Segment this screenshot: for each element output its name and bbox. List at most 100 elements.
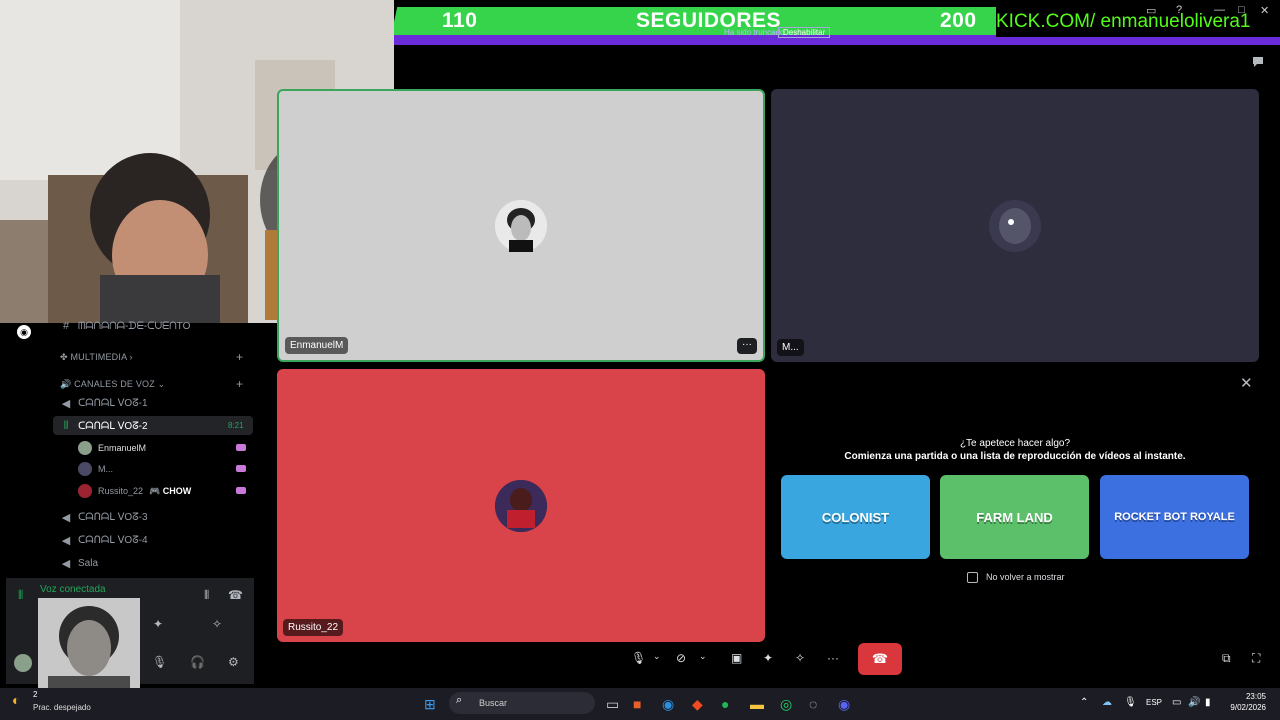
soundboard-icon[interactable]: ✧: [795, 651, 805, 665]
follower-count-left: 110: [442, 9, 478, 32]
voice-channel-label: ᑕᗩᑎᗩᒪ ᐯOᘔ-1: [78, 398, 148, 409]
signal-icon[interactable]: ⦀: [18, 588, 23, 603]
game-title: COLONIST: [821, 509, 890, 525]
weather-icon[interactable]: ◐: [12, 692, 20, 708]
network-icon[interactable]: ▭: [1172, 697, 1181, 708]
taskbar-search[interactable]: Buscar: [449, 692, 595, 714]
voice-channel-label: Sala: [78, 558, 99, 569]
game-rocket-bot-royale[interactable]: ROCKET BOT ROYALE: [1100, 475, 1249, 559]
tray-chevron-up-icon[interactable]: ⌃: [1080, 697, 1088, 708]
discord-icon[interactable]: ◉: [838, 696, 850, 713]
category-multimedia[interactable]: ✤ MULTIMEDIA ›: [60, 352, 133, 363]
language-indicator[interactable]: ESP: [1146, 698, 1162, 707]
windows-start-icon[interactable]: ⊞: [424, 696, 436, 713]
gear-icon[interactable]: ⚙: [228, 655, 239, 669]
screen-share-icon[interactable]: ▣: [731, 651, 742, 665]
avatar: [78, 462, 92, 476]
close-icon[interactable]: ✕: [1240, 374, 1253, 392]
minimize-icon[interactable]: —: [1214, 4, 1225, 16]
avatar: [78, 441, 92, 455]
voice-category-label: CANALES DE VOZ: [74, 379, 155, 389]
cloud-icon[interactable]: ☁: [1102, 697, 1112, 708]
screen-share-icon[interactable]: ▭: [1146, 4, 1156, 17]
discord-icon[interactable]: ◉: [17, 325, 31, 339]
game-colonist[interactable]: COLONIST: [781, 475, 930, 559]
chevron-down-icon[interactable]: ⌄: [699, 651, 707, 662]
file-explorer-icon[interactable]: ▬: [750, 696, 764, 712]
chat-icon[interactable]: [1251, 55, 1265, 69]
task-view-icon[interactable]: ▭: [606, 696, 619, 713]
whatsapp-icon[interactable]: ◎: [780, 696, 792, 713]
camera-off-icon[interactable]: ⊘: [676, 651, 686, 665]
clock-time: 23:05: [1245, 692, 1266, 701]
add-voice-channel-icon[interactable]: +: [236, 377, 243, 391]
user-name: Russito_22: [98, 486, 144, 496]
voice-user[interactable]: Russito_22 🎮 CHOW: [78, 484, 191, 498]
game-farmland[interactable]: FARM LAND: [940, 475, 1089, 559]
add-channel-icon[interactable]: +: [236, 350, 243, 364]
voice-channel-1[interactable]: ◀ ᑕᗩᑎᗩᒪ ᐯOᘔ-1: [60, 397, 148, 410]
noise-suppression-icon[interactable]: ⦀: [204, 588, 209, 603]
user-activity-status: 🎮 CHOW: [149, 485, 192, 496]
multimedia-label: MULTIMEDIA: [70, 352, 127, 362]
microphone-icon[interactable]: 🎙: [631, 651, 646, 665]
avatar: [495, 199, 547, 252]
text-channel-label: ᗰᗩᑎᗩᑎᗩ-ᗪᗴ-ᑕᑌᗴᑎTO: [78, 320, 191, 332]
headphones-icon[interactable]: 🎧: [190, 655, 205, 669]
voice-channel-3[interactable]: ◀ ᑕᗩᑎᗩᒪ ᐯOᘔ-3: [60, 511, 148, 524]
voice-channel-2[interactable]: ⦀ ᑕᗩᑎᗩᒪ ᐯOᘔ-2: [60, 420, 148, 433]
voice-channel-label: ᑕᗩᑎᗩᒪ ᐯOᘔ-3: [78, 512, 148, 523]
chevron-down-icon[interactable]: ⌄: [653, 651, 661, 662]
video-tile-russito[interactable]: Russito_22: [277, 369, 765, 642]
search-icon: ⌕: [456, 694, 463, 706]
app-icon[interactable]: ◌: [809, 696, 817, 712]
speaker-icon: ◀: [61, 558, 71, 570]
more-icon[interactable]: ···: [827, 651, 839, 665]
pop-out-icon[interactable]: ⧉: [1222, 651, 1231, 666]
maximize-icon[interactable]: □: [1238, 4, 1245, 16]
phone-icon: ☎: [871, 651, 889, 666]
activities-icon[interactable]: ✦: [153, 617, 163, 631]
avatar-image: [989, 199, 1041, 252]
avatar: [78, 484, 92, 498]
user-avatar[interactable]: [14, 654, 32, 672]
brave-icon[interactable]: ◆: [692, 696, 703, 713]
more-options-button[interactable]: ···: [737, 338, 757, 354]
category-voice[interactable]: 🔊 CANALES DE VOZ ⌄: [60, 379, 165, 390]
dont-show-checkbox[interactable]: [967, 572, 978, 583]
spotify-icon[interactable]: ●: [721, 696, 729, 712]
edge-icon[interactable]: ◉: [662, 696, 674, 713]
controller-icon: [236, 444, 246, 451]
volume-icon[interactable]: 🔊: [1188, 697, 1200, 708]
voice-activity-icon: ⦀: [63, 420, 69, 432]
text-channel[interactable]: # ᗰᗩᑎᗩᑎᗩ-ᗪᗴ-ᑕᑌᗴᑎTO: [60, 320, 190, 332]
activities-icon[interactable]: ✦: [763, 651, 773, 665]
taskbar-clock[interactable]: 23:05 9/02/2026: [1224, 691, 1266, 713]
voice-channel-label: ᑕᗩᑎᗩᒪ ᐯOᘔ-2: [78, 421, 148, 432]
voice-channel-label: ᑕᗩᑎᗩᒪ ᐯOᘔ-4: [78, 535, 148, 546]
hang-up-button[interactable]: ☎: [858, 643, 902, 675]
mic-tray-icon[interactable]: 🎙: [1124, 697, 1137, 708]
fullscreen-icon[interactable]: ⛶: [1252, 651, 1260, 666]
app-icon[interactable]: ■: [633, 696, 641, 712]
disable-button[interactable]: Deshabilitar: [778, 27, 831, 38]
voice-channel-sala[interactable]: ◀ Sala: [60, 557, 98, 570]
voice-user[interactable]: M...: [78, 462, 113, 476]
close-window-icon[interactable]: ✕: [1260, 4, 1269, 17]
avatar: [495, 479, 547, 532]
user-name: M...: [98, 464, 113, 474]
soundboard-icon[interactable]: ✧: [212, 617, 222, 631]
battery-icon[interactable]: ▮: [1205, 697, 1211, 708]
hash-icon: #: [62, 320, 70, 332]
game-title: ROCKET BOT ROYALE: [1114, 511, 1235, 523]
portrait-image: [38, 598, 140, 698]
video-tile-m[interactable]: M...: [771, 89, 1259, 362]
voice-user[interactable]: EnmanuelM: [78, 441, 146, 455]
clock-date: 9/02/2026: [1230, 703, 1266, 712]
help-icon[interactable]: ?: [1176, 4, 1182, 16]
disconnect-icon[interactable]: ☎: [228, 588, 243, 602]
voice-channel-4[interactable]: ◀ ᑕᗩᑎᗩᒪ ᐯOᘔ-4: [60, 534, 148, 547]
activity-subtitle: Comienza una partida o una lista de repr…: [844, 451, 1186, 462]
microphone-icon[interactable]: 🎙: [152, 655, 167, 669]
video-tile-enmanuelm[interactable]: EnmanuelM ···: [277, 89, 765, 362]
